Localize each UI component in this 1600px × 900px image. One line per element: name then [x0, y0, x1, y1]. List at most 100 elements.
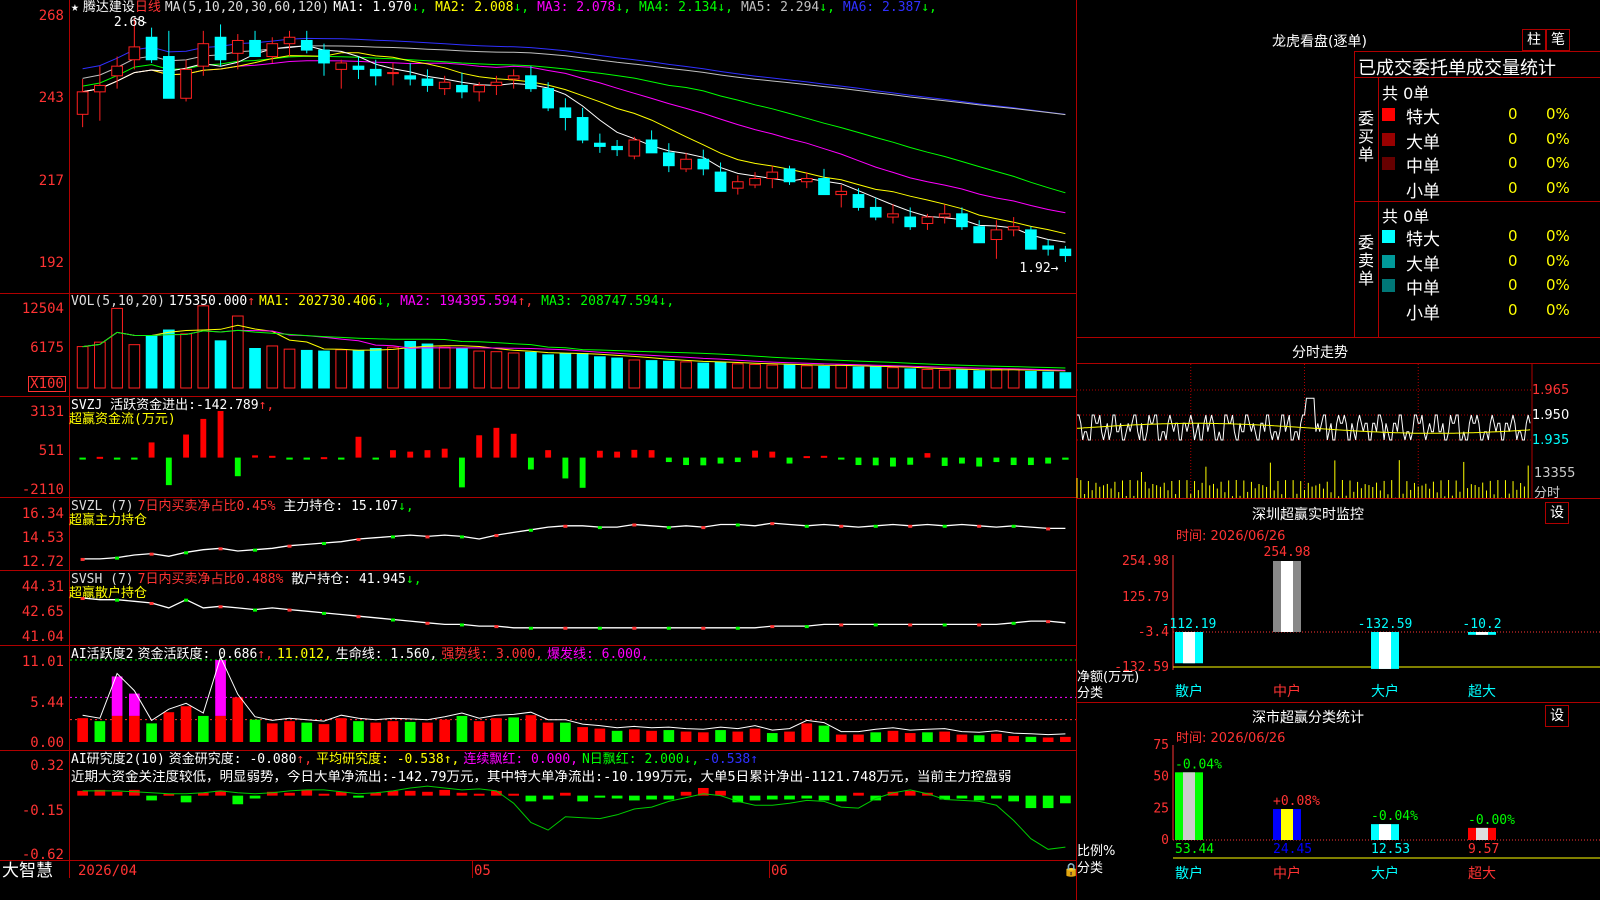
settings-button[interactable]: 设	[1545, 705, 1569, 727]
ai2-bar	[956, 795, 968, 799]
ai2-bar	[1008, 795, 1019, 802]
pen-mode-button[interactable]: 笔	[1546, 29, 1570, 51]
holding-line	[82, 522, 1066, 560]
dragon-tiger-title: 龙虎看盘(逐单)	[1272, 34, 1367, 50]
ai1-chart[interactable]	[70, 646, 1076, 750]
ma-line-5	[82, 45, 1066, 243]
volume-bar	[1007, 368, 1020, 389]
holding-mark	[1046, 620, 1051, 624]
volume-bar	[249, 348, 261, 389]
vol-ma-line	[82, 329, 1066, 369]
ai2-bar	[180, 795, 192, 803]
ai2-chart[interactable]	[70, 751, 1076, 860]
ai2-bar	[749, 795, 761, 801]
monitor-bar-highlight	[1183, 632, 1195, 664]
holding-mark	[390, 618, 395, 622]
ai2-bar	[560, 792, 571, 796]
sell-total: 共 0单	[1382, 207, 1430, 226]
intraday-chart[interactable]	[1076, 364, 1600, 498]
volume-bar	[352, 349, 365, 389]
stat-bar-highlight	[1476, 827, 1488, 840]
settings-button[interactable]: 设	[1545, 502, 1569, 524]
volume-chart[interactable]	[70, 294, 1076, 396]
volume-bar	[94, 341, 106, 389]
svzj-bar	[286, 457, 293, 460]
svzl-chart[interactable]	[70, 498, 1076, 570]
holding-mark	[908, 623, 913, 627]
ai2-bar	[594, 795, 606, 798]
candle	[1025, 229, 1037, 250]
holding-line	[82, 597, 1066, 629]
candle	[162, 56, 175, 99]
ai1-bar	[542, 722, 554, 742]
holding-mark	[770, 625, 775, 629]
ai1-bar	[973, 735, 985, 742]
volume-bar	[128, 344, 141, 389]
order-percent: 0%	[1546, 227, 1570, 245]
svzj-bar	[648, 450, 655, 458]
order-percent: 0%	[1546, 300, 1570, 319]
order-percent: 0%	[1546, 178, 1570, 197]
color-swatch	[1382, 279, 1395, 292]
volume-bar	[835, 364, 848, 389]
svzj-bar	[976, 457, 983, 467]
ai2-bar	[766, 795, 778, 800]
holding-mark	[977, 524, 982, 528]
candle	[145, 36, 158, 61]
candle	[249, 39, 261, 58]
candle	[507, 75, 520, 80]
stat-value-label: 24.45	[1273, 842, 1312, 857]
svzj-chart[interactable]	[70, 397, 1076, 497]
svsh-tick: 41.04	[21, 629, 64, 645]
order-type-label: 特大	[1406, 108, 1440, 128]
ai1-bar	[870, 732, 882, 742]
holding-mark	[942, 524, 947, 528]
sz-monitor-chart[interactable]: 254.98125.79-3.4-132.59-112.19散户254.98中户…	[1077, 540, 1600, 702]
ai2-bar	[680, 791, 692, 796]
svzj-bar	[458, 457, 465, 488]
svsh-chart[interactable]	[70, 571, 1076, 645]
candle	[680, 158, 692, 170]
svzj-bar	[665, 457, 672, 463]
bar-mode-button[interactable]: 柱	[1522, 29, 1546, 51]
ai2-bar	[284, 792, 295, 796]
vol-tick: 6175	[30, 340, 64, 356]
monitor-bar-label: -132.59	[1358, 617, 1413, 632]
volume-bar	[852, 366, 865, 389]
svzj-bar	[200, 418, 207, 458]
candle	[835, 190, 848, 196]
ai2-bar	[939, 795, 951, 800]
svzj-bar	[148, 442, 155, 458]
svzj-bar	[338, 457, 345, 460]
candle	[869, 206, 882, 218]
rp-line	[1354, 77, 1600, 78]
holding-mark	[908, 524, 913, 528]
ai1-bar	[456, 715, 468, 742]
color-swatch	[1382, 230, 1395, 243]
order-percent: 0%	[1546, 129, 1570, 148]
svzj-bar	[269, 455, 276, 458]
volume-bar	[145, 335, 158, 389]
high-label: 2.68	[114, 15, 145, 30]
intraday-vol-tick: 13355	[1534, 466, 1576, 481]
candle	[335, 62, 348, 70]
candle	[766, 171, 779, 180]
volume-bar	[1059, 372, 1072, 389]
candlestick-chart[interactable]: 2.68 1.92→	[70, 0, 1076, 293]
order-percent: 0%	[1546, 105, 1570, 123]
order-type-label: 大单	[1406, 254, 1440, 275]
candle	[283, 36, 296, 45]
holding-mark	[115, 556, 120, 560]
svzj-bar	[820, 455, 828, 458]
color-swatch	[1382, 181, 1395, 195]
volume-bar	[680, 361, 692, 389]
ai1-bar	[249, 719, 261, 742]
candle	[231, 39, 244, 54]
ai1-bar	[473, 721, 485, 742]
category-label: 大户	[1371, 683, 1399, 700]
holding-mark	[632, 523, 637, 527]
ai1-bar	[335, 718, 347, 742]
svzj-bar	[579, 457, 586, 488]
sz-stats-chart[interactable]: 75 50 25 0 -0.04% 53.44 散户 +0.08% 24.45 中户 -0.04% 1…	[1077, 738, 1600, 900]
monitor-bar-label: 254.98	[1264, 545, 1311, 560]
